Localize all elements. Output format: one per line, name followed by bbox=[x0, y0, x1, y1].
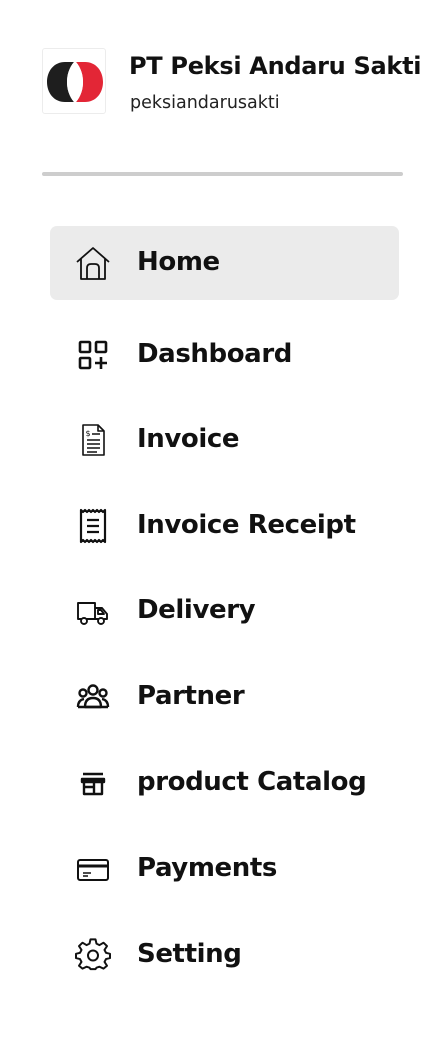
credit-card-icon bbox=[75, 851, 111, 887]
company-logo bbox=[42, 48, 106, 114]
sidebar-item-label: product Catalog bbox=[137, 767, 367, 797]
gear-icon bbox=[75, 937, 111, 973]
sidebar-item-label: Dashboard bbox=[137, 339, 292, 369]
organization-name: PT Peksi Andaru Sakti bbox=[129, 52, 422, 80]
dashboard-icon bbox=[75, 337, 111, 373]
sidebar-item-partner[interactable]: Partner bbox=[50, 660, 399, 734]
sidebar-item-label: Invoice bbox=[137, 424, 240, 454]
sidebar-item-label: Partner bbox=[137, 681, 245, 711]
organization-handle: peksiandarusakti bbox=[130, 93, 280, 113]
sidebar-item-payments[interactable]: Payments bbox=[50, 832, 399, 906]
sidebar-item-label: Payments bbox=[137, 853, 277, 883]
truck-icon bbox=[75, 593, 111, 629]
store-icon bbox=[75, 765, 111, 801]
divider bbox=[42, 172, 403, 176]
svg-text:$: $ bbox=[86, 429, 91, 438]
sidebar-item-label: Home bbox=[137, 247, 220, 277]
profile-header: PT Peksi Andaru Sakti peksiandarusakti bbox=[42, 48, 422, 118]
sidebar-item-delivery[interactable]: Delivery bbox=[50, 574, 399, 648]
sidebar-item-label: Delivery bbox=[137, 595, 256, 625]
sidebar-item-label: Invoice Receipt bbox=[137, 510, 356, 540]
sidebar-item-home[interactable]: Home bbox=[50, 226, 399, 300]
sidebar-item-invoice-receipt[interactable]: Invoice Receipt bbox=[50, 489, 399, 563]
sidebar-item-setting[interactable]: Setting bbox=[50, 918, 399, 992]
sidebar-item-product-catalog[interactable]: product Catalog bbox=[50, 746, 399, 820]
people-icon bbox=[75, 679, 111, 715]
sidebar-item-label: Setting bbox=[137, 939, 242, 969]
sidebar-item-dashboard[interactable]: Dashboard bbox=[50, 318, 399, 392]
invoice-icon: $ bbox=[75, 422, 111, 458]
receipt-icon bbox=[75, 508, 111, 544]
sidebar-item-invoice[interactable]: $ Invoice bbox=[50, 403, 399, 477]
home-icon bbox=[75, 245, 111, 281]
